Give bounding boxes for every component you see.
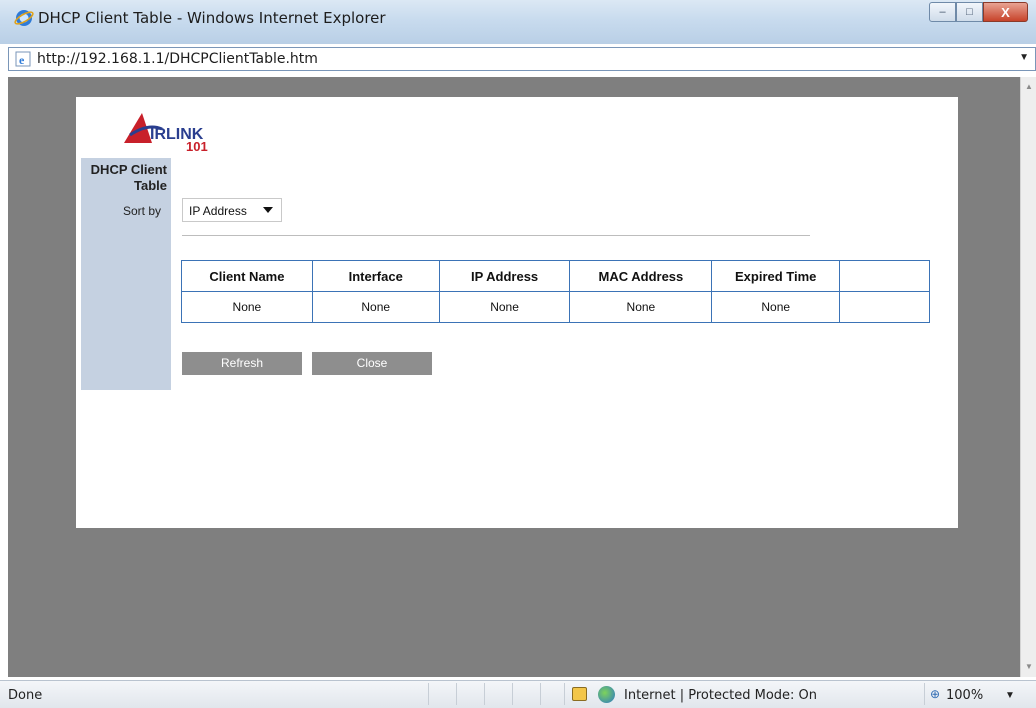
vertical-scrollbar[interactable]: ▲ ▼ bbox=[1020, 77, 1036, 677]
zoom-level[interactable]: 100% bbox=[946, 688, 983, 703]
col-header-interface: Interface bbox=[311, 260, 440, 292]
security-zone[interactable]: Internet | Protected Mode: On bbox=[624, 688, 817, 703]
close-window-button[interactable]: X bbox=[983, 2, 1028, 22]
status-divider bbox=[564, 683, 565, 705]
window-title: DHCP Client Table - Windows Internet Exp… bbox=[38, 9, 386, 27]
zoom-icon: ⊕ bbox=[930, 687, 941, 701]
status-bar: Done Internet | Protected Mode: On ⊕ 100… bbox=[0, 680, 1036, 708]
sort-by-selected-value: IP Address bbox=[189, 204, 247, 218]
cell-interface: None bbox=[311, 291, 440, 323]
chevron-down-icon bbox=[263, 207, 273, 213]
sort-by-select[interactable]: IP Address bbox=[182, 198, 282, 222]
col-header-extra bbox=[839, 260, 930, 292]
status-divider bbox=[456, 683, 457, 705]
airlink-logo: IRLINK 101 bbox=[124, 113, 208, 153]
status-divider bbox=[428, 683, 429, 705]
sidebar: DHCP Client Table Sort by bbox=[81, 158, 171, 390]
address-url[interactable]: http://192.168.1.1/DHCPClientTable.htm bbox=[37, 51, 318, 67]
window-title-bar: DHCP Client Table - Windows Internet Exp… bbox=[0, 0, 1036, 44]
page-title-line1: DHCP Client bbox=[90, 162, 167, 177]
globe-icon bbox=[598, 686, 615, 703]
col-header-ip-address: IP Address bbox=[438, 260, 571, 292]
col-header-mac-address: MAC Address bbox=[569, 260, 713, 292]
internet-explorer-icon bbox=[14, 10, 34, 26]
cell-client-name: None bbox=[181, 291, 313, 323]
minimize-button[interactable]: – bbox=[929, 2, 956, 22]
address-dropdown-icon[interactable]: ▼ bbox=[1019, 52, 1029, 63]
cell-expired-time: None bbox=[711, 291, 841, 323]
cell-mac-address: None bbox=[569, 291, 713, 323]
close-button[interactable]: Close bbox=[312, 352, 432, 375]
scroll-down-icon[interactable]: ▼ bbox=[1021, 659, 1036, 675]
zoom-dropdown-icon[interactable]: ▼ bbox=[1005, 690, 1015, 701]
status-divider bbox=[512, 683, 513, 705]
table-row: None None None None None bbox=[181, 291, 930, 323]
dhcp-client-table-panel: IRLINK 101 DHCP Client Table Sort by IP … bbox=[76, 97, 958, 528]
page-title-line2: Table bbox=[134, 178, 167, 193]
status-divider bbox=[540, 683, 541, 705]
address-bar[interactable]: e http://192.168.1.1/DHCPClientTable.htm… bbox=[8, 47, 1036, 71]
scroll-up-icon[interactable]: ▲ bbox=[1021, 79, 1036, 95]
ie-page-icon: e bbox=[15, 51, 31, 67]
shield-warning-icon[interactable] bbox=[572, 687, 587, 701]
page-title: DHCP Client Table bbox=[81, 162, 171, 194]
cell-extra bbox=[839, 291, 930, 323]
col-header-expired-time: Expired Time bbox=[711, 260, 841, 292]
page-viewport: IRLINK 101 DHCP Client Table Sort by IP … bbox=[8, 77, 1020, 677]
status-divider bbox=[484, 683, 485, 705]
logo-101-text: 101 bbox=[186, 139, 208, 153]
col-header-client-name: Client Name bbox=[181, 260, 313, 292]
divider bbox=[182, 235, 810, 236]
maximize-button[interactable]: □ bbox=[956, 2, 983, 22]
cell-ip-address: None bbox=[438, 291, 571, 323]
refresh-button[interactable]: Refresh bbox=[182, 352, 302, 375]
table-header-row: Client Name Interface IP Address MAC Add… bbox=[181, 260, 930, 292]
status-divider bbox=[924, 683, 925, 705]
svg-text:e: e bbox=[19, 53, 25, 67]
status-text: Done bbox=[8, 688, 43, 703]
dhcp-client-table: Client Name Interface IP Address MAC Add… bbox=[181, 260, 930, 323]
sort-by-label: Sort by bbox=[122, 204, 161, 218]
